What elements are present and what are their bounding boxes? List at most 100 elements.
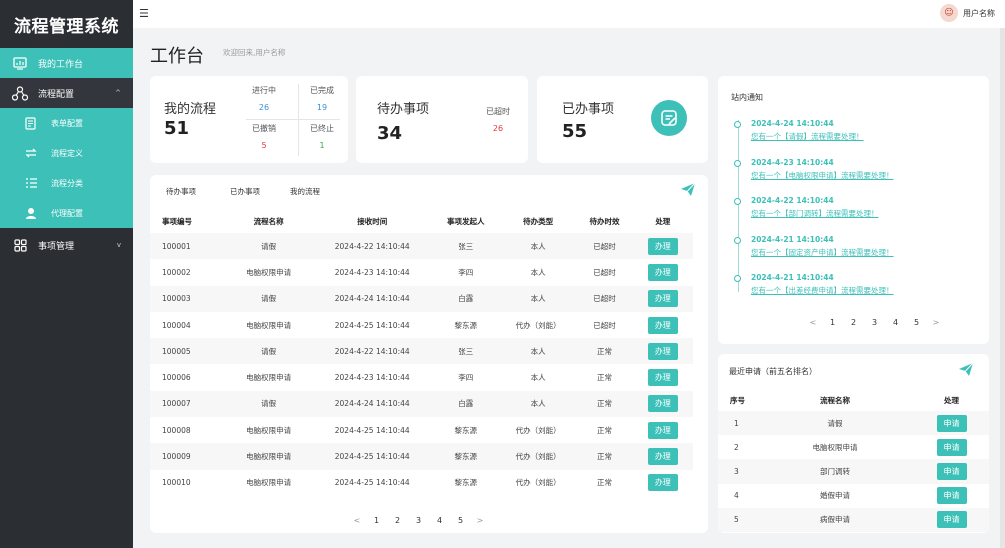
recent-title: 最近申请（前五名排名） — [729, 367, 817, 376]
notification-link[interactable]: 您有一个【出差经费申请】流程需要处理！ — [751, 285, 894, 296]
sidebar-item-task-management[interactable]: 事项管理 v — [0, 230, 133, 260]
todo-status: 已超时 — [593, 320, 616, 330]
flow-name: 电脑权限申请 — [812, 442, 858, 452]
next-page-button[interactable]: > — [471, 516, 489, 525]
page-button[interactable]: 4 — [885, 318, 906, 327]
handle-button[interactable]: 办理 — [647, 263, 678, 281]
handle-button[interactable]: 办理 — [647, 448, 678, 466]
column-header: 流程名称 — [820, 395, 850, 405]
prev-page-button[interactable]: < — [804, 318, 822, 327]
column-header: 待办类型 — [523, 216, 554, 226]
todo-status: 已超时 — [576, 233, 633, 260]
sidebar-item-flow-config[interactable]: 流程配置 ^ — [0, 78, 133, 108]
notification-time: 2024-4-22 14:10:44 — [751, 196, 834, 205]
paper-plane-icon[interactable] — [958, 362, 974, 381]
apply-button[interactable]: 申请 — [936, 414, 967, 432]
action-cell: 办理 — [633, 470, 693, 496]
column-header: 处理 — [655, 216, 671, 226]
handle-button[interactable]: 办理 — [647, 237, 678, 255]
task-id: 100010 — [162, 478, 191, 488]
handle-button[interactable]: 办理 — [647, 290, 678, 308]
page-button[interactable]: 4 — [429, 516, 450, 525]
rank-number: 1 — [718, 411, 756, 436]
in-progress-value: 26 — [258, 103, 270, 112]
todo-type: 本人 — [499, 233, 577, 260]
task-pagination: < 1 2 3 4 5 > — [348, 516, 489, 525]
notification-link[interactable]: 您有一个【电脑权限申请】流程需要处理！ — [751, 170, 894, 181]
handle-button[interactable]: 办理 — [647, 395, 678, 413]
switch-icon — [24, 146, 38, 160]
task-id: 100005 — [150, 338, 225, 365]
my-flow-title: 我的流程 — [164, 102, 217, 117]
received-time: 2024-4-24 14:10:44 — [312, 285, 432, 312]
menu-fold-icon[interactable]: ☰ — [139, 7, 149, 20]
scrollbar[interactable] — [1000, 28, 1005, 548]
handle-button[interactable]: 办理 — [647, 316, 678, 334]
apply-button[interactable]: 申请 — [936, 462, 967, 480]
timeline-dot-icon — [734, 121, 741, 128]
sidebar-item-workbench[interactable]: 我的工作台 — [0, 48, 133, 78]
todo-type: 代办（刘能） — [515, 320, 561, 330]
page-button[interactable]: 2 — [843, 318, 864, 327]
column-header: 处理 — [944, 395, 959, 405]
sidebar-item-proxy-config[interactable]: 代理配置 — [0, 198, 133, 228]
handle-button[interactable]: 办理 — [647, 369, 678, 387]
page-button[interactable]: 5 — [906, 318, 927, 327]
revoked-value: 5 — [261, 141, 267, 150]
page-button[interactable]: 1 — [822, 318, 843, 327]
next-page-button[interactable]: > — [927, 318, 945, 327]
page-button[interactable]: 2 — [387, 516, 408, 525]
page-button[interactable]: 3 — [408, 516, 429, 525]
received-time: 2024-4-22 14:10:44 — [312, 338, 432, 365]
document-edit-icon — [651, 100, 687, 136]
flow-name: 部门调转 — [756, 459, 914, 484]
todo-status: 正常 — [596, 373, 612, 383]
page-button[interactable]: 3 — [864, 318, 885, 327]
tab-done[interactable]: 已办事项 — [230, 186, 290, 197]
stopped-value: 1 — [319, 141, 325, 150]
column-header: 流程名称 — [253, 216, 284, 226]
table-row: 100010 电脑权限申请 2024-4-25 14:10:44 黎东源 代办（刘能） 正… — [150, 470, 693, 496]
notification-link[interactable]: 您有一个【固定资产申请】流程需要处理！ — [751, 247, 894, 258]
task-id: 100007 — [150, 390, 225, 418]
action-cell: 办理 — [633, 417, 693, 443]
user-proxy-icon — [24, 206, 38, 220]
flow-name: 电脑权限申请 — [246, 478, 292, 488]
todo-card: 待办事项 34 已超时 26 — [356, 76, 528, 163]
table-row: 100004 电脑权限申请 2024-4-25 14:10:44 黎东源 代办（刘能） 已… — [150, 312, 693, 338]
initiator: 黎东源 — [431, 443, 500, 470]
overdue-label: 已超时 — [486, 107, 510, 116]
handle-button[interactable]: 办理 — [647, 474, 678, 492]
task-table: 事项编号 流程名称 接收时间 事项发起人 待办类型 待办时效 处理 100001… — [150, 209, 693, 496]
column-header: 序号 — [730, 395, 745, 405]
notification-link[interactable]: 您有一个【请假】流程需要处理！ — [751, 131, 864, 142]
initiator: 黎东源 — [454, 425, 477, 435]
done-value: 19 — [316, 103, 328, 112]
apply-button[interactable]: 申请 — [936, 438, 967, 456]
page-button[interactable]: 1 — [366, 516, 387, 525]
handle-button[interactable]: 办理 — [647, 342, 678, 360]
sidebar-item-flow-category[interactable]: 流程分类 — [0, 168, 133, 198]
sidebar-item-flow-definition[interactable]: 流程定义 — [0, 138, 133, 168]
sidebar-item-form-config[interactable]: 表单配置 — [0, 108, 133, 138]
table-header: 序号 流程名称 处理 — [718, 389, 989, 411]
prev-page-button[interactable]: < — [348, 516, 366, 525]
user-menu[interactable]: ☺ 用户名称 — [940, 4, 995, 22]
tab-todo[interactable]: 待办事项 — [166, 186, 230, 197]
action-cell: 申请 — [914, 459, 989, 484]
todo-type: 代办（刘能） — [515, 425, 561, 435]
sidebar-item-label: 我的工作台 — [38, 59, 84, 70]
notification-link[interactable]: 您有一个【部门调转】流程需要处理！ — [751, 208, 879, 219]
flow-name: 请假 — [224, 338, 313, 365]
paper-plane-icon[interactable] — [680, 182, 696, 201]
apply-button[interactable]: 申请 — [936, 511, 967, 529]
action-cell: 办理 — [633, 312, 693, 338]
received-time: 2024-4-25 14:10:44 — [334, 478, 410, 488]
tab-my-flow[interactable]: 我的流程 — [290, 186, 350, 197]
page-button[interactable]: 5 — [450, 516, 471, 525]
handle-button[interactable]: 办理 — [647, 421, 678, 439]
action-cell: 办理 — [632, 233, 693, 260]
apply-button[interactable]: 申请 — [936, 487, 967, 505]
initiator: 黎东源 — [454, 478, 477, 488]
action-cell: 申请 — [914, 484, 989, 508]
